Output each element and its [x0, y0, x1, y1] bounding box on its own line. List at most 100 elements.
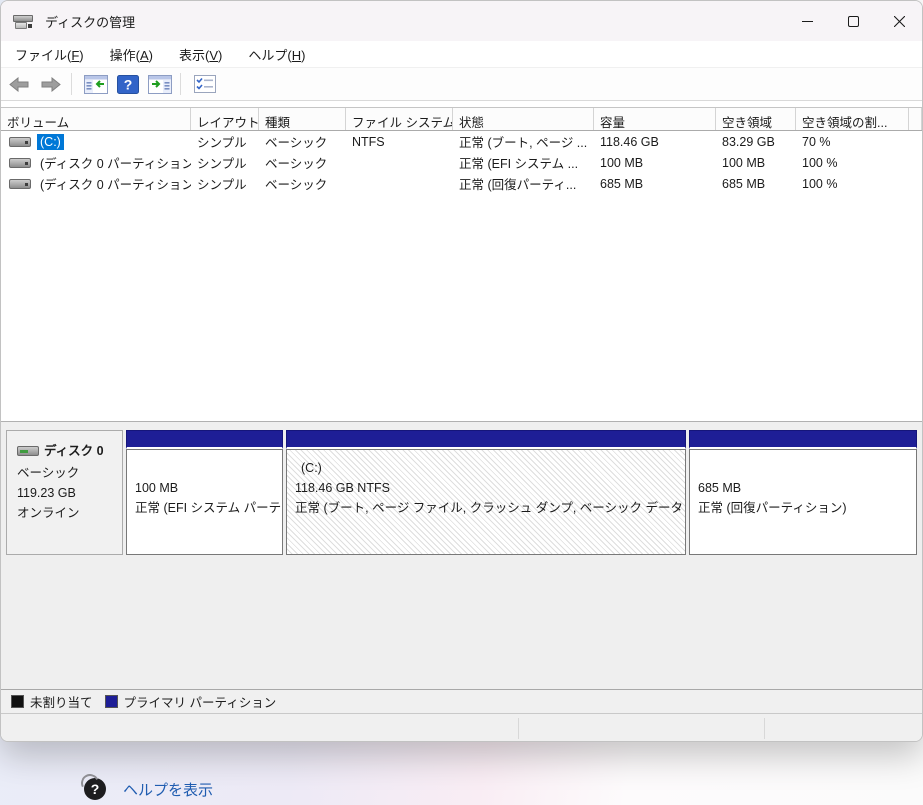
show-console-tree-button[interactable] [82, 71, 110, 97]
column-header-layout[interactable]: レイアウト [191, 108, 259, 130]
partition-size: 685 MB [698, 478, 916, 498]
cell-type: ベーシック [259, 153, 346, 172]
partition-size: 118.46 GB NTFS [295, 478, 685, 498]
legend-label: プライマリ パーティション [124, 692, 277, 711]
console-tree-icon [84, 75, 108, 94]
column-header-filesystem[interactable]: ファイル システム [346, 108, 453, 130]
cell-capacity: 685 MB [594, 177, 716, 191]
status-bar-separator [518, 718, 519, 739]
partition-color-bar [286, 430, 686, 449]
primary-partition-color-swatch [105, 695, 118, 708]
volume-name: (ディスク 0 パーティション 4) [37, 173, 191, 194]
table-row-partition-1[interactable]: (ディスク 0 パーティション 1) シンプル ベーシック 正常 (EFI シス… [1, 152, 922, 173]
show-action-pane-button[interactable] [146, 71, 174, 97]
title-bar: ディスクの管理 [1, 1, 922, 41]
status-bar [1, 713, 922, 742]
cell-percent-free: 100 % [796, 177, 909, 191]
table-row-partition-4[interactable]: (ディスク 0 パーティション 4) シンプル ベーシック 正常 (回復パーティ… [1, 173, 922, 194]
cell-filesystem: NTFS [346, 135, 453, 149]
graphical-view-panel: ディスク 0 ベーシック 119.23 GB オンライン 100 MB 正常 (… [1, 421, 922, 689]
window-controls [784, 1, 922, 41]
forward-button[interactable] [37, 71, 65, 97]
cell-layout: シンプル [191, 153, 259, 172]
volume-name: (ディスク 0 パーティション 1) [37, 152, 191, 173]
partition-status: 正常 (ブート, ページ ファイル, クラッシュ ダンプ, ベーシック データ … [295, 498, 685, 518]
minimize-icon [802, 16, 813, 27]
partition-label [698, 458, 916, 478]
cell-layout: シンプル [191, 174, 259, 193]
partition-block-recovery[interactable]: 685 MB 正常 (回復パーティション) [689, 430, 917, 555]
partition-blocks: 100 MB 正常 (EFI システム パーテ (C:) 118.46 GB N… [126, 430, 917, 555]
menu-view[interactable]: 表示(V) [167, 41, 234, 68]
question-mark-icon: ? [84, 778, 106, 800]
partition-status: 正常 (EFI システム パーテ [135, 498, 282, 518]
properties-button[interactable] [191, 71, 219, 97]
cell-free: 685 MB [716, 177, 796, 191]
disk-icon [17, 446, 39, 456]
column-header-type[interactable]: 種類 [259, 108, 346, 130]
disk0-info-panel[interactable]: ディスク 0 ベーシック 119.23 GB オンライン [6, 430, 123, 555]
column-header-percent-free[interactable]: 空き領域の割... [796, 108, 909, 130]
cell-free: 83.29 GB [716, 135, 796, 149]
maximize-icon [848, 16, 859, 27]
partition-label: (C:) [295, 458, 685, 478]
close-button[interactable] [876, 1, 922, 41]
table-row-c-drive[interactable]: (C:) シンプル ベーシック NTFS 正常 (ブート, ページ ... 11… [1, 131, 922, 152]
legend-bar: 未割り当て プライマリ パーティション [1, 689, 922, 713]
disk-management-window: ディスクの管理 ファイル(F) 操作(A) 表示(V) ヘルプ(H) [0, 0, 923, 742]
svg-text:?: ? [124, 76, 133, 92]
volume-name-selected: (C:) [37, 134, 64, 150]
disk-status: オンライン [17, 503, 122, 523]
column-header-free[interactable]: 空き領域 [716, 108, 796, 130]
volume-drive-icon [9, 137, 31, 147]
volume-drive-icon [9, 179, 31, 189]
disk-management-app-icon [13, 13, 35, 29]
help-button[interactable]: ? [114, 71, 142, 97]
toolbar-separator [71, 73, 72, 95]
cell-percent-free: 100 % [796, 156, 909, 170]
column-header-capacity[interactable]: 容量 [594, 108, 716, 130]
properties-list-icon [194, 75, 216, 93]
help-icon: ? [117, 75, 139, 94]
back-button[interactable] [5, 71, 33, 97]
menu-action[interactable]: 操作(A) [98, 41, 165, 68]
menu-help[interactable]: ヘルプ(H) [236, 41, 317, 68]
list-header-row: ボリューム レイアウト 種類 ファイル システム 状態 容量 空き領域 空き領域… [1, 107, 922, 131]
background-help-link[interactable]: ? ヘルプを表示 [84, 778, 213, 800]
action-pane-icon [148, 75, 172, 94]
forward-arrow-icon [41, 77, 61, 92]
toolbar: ? [1, 68, 922, 101]
volume-list-panel: ボリューム レイアウト 種類 ファイル システム 状態 容量 空き領域 空き領域… [1, 101, 922, 421]
column-header-volume[interactable]: ボリューム [1, 108, 191, 130]
cell-status: 正常 (EFI システム ... [453, 153, 594, 172]
cell-status: 正常 (回復パーティ... [453, 174, 594, 193]
maximize-button[interactable] [830, 1, 876, 41]
cell-free: 100 MB [716, 156, 796, 170]
show-help-link-text: ヘルプを表示 [123, 779, 213, 800]
unallocated-color-swatch [11, 695, 24, 708]
cell-capacity: 118.46 GB [594, 135, 716, 149]
column-header-status[interactable]: 状態 [453, 108, 594, 130]
cell-percent-free: 70 % [796, 135, 909, 149]
close-icon [894, 16, 905, 27]
cell-layout: シンプル [191, 132, 259, 151]
cell-type: ベーシック [259, 132, 346, 151]
status-bar-separator [764, 718, 765, 739]
partition-size: 100 MB [135, 478, 282, 498]
partition-status: 正常 (回復パーティション) [698, 498, 916, 518]
menu-bar: ファイル(F) 操作(A) 表示(V) ヘルプ(H) [1, 41, 922, 68]
partition-color-bar [126, 430, 283, 449]
disk-type: ベーシック [17, 463, 122, 483]
minimize-button[interactable] [784, 1, 830, 41]
partition-label [135, 458, 282, 478]
partition-color-bar [689, 430, 917, 449]
toolbar-separator [180, 73, 181, 95]
disk-size: 119.23 GB [17, 483, 122, 503]
partition-block-c[interactable]: (C:) 118.46 GB NTFS 正常 (ブート, ページ ファイル, ク… [286, 430, 686, 555]
partition-block-efi[interactable]: 100 MB 正常 (EFI システム パーテ [126, 430, 283, 555]
back-arrow-icon [9, 77, 29, 92]
legend-label: 未割り当て [30, 692, 93, 711]
menu-file[interactable]: ファイル(F) [3, 41, 96, 68]
cell-capacity: 100 MB [594, 156, 716, 170]
column-header-spacer [909, 108, 922, 130]
